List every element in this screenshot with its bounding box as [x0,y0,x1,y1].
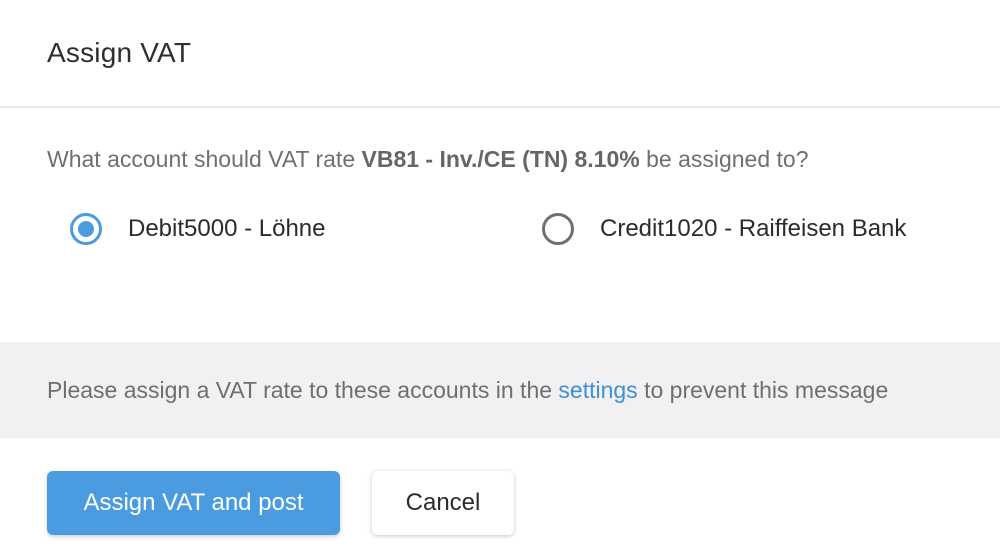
question-prefix: What account should VAT rate [47,146,362,172]
assign-vat-and-post-button[interactable]: Assign VAT and post [47,471,340,535]
question-suffix: be assigned to? [639,146,809,172]
notice-suffix: to prevent this message [637,376,889,403]
option-debit-label: Debit5000 - Löhne [128,215,326,242]
cancel-button[interactable]: Cancel [372,471,514,535]
option-credit-account[interactable]: Credit1020 - Raiffeisen Bank [542,213,906,245]
notice-text: Please assign a VAT rate to these accoun… [47,377,888,404]
dialog-header: Assign VAT [0,0,1000,108]
option-credit-label: Credit1020 - Raiffeisen Bank [600,215,907,242]
radio-debit-account[interactable] [70,213,102,245]
dialog-footer: Assign VAT and post Cancel [0,438,1000,556]
vat-rate: VB81 - Inv./CE (TN) 8.10% [361,146,640,172]
radio-credit-account[interactable] [542,213,574,245]
settings-link[interactable]: settings [558,377,637,403]
dialog-title: Assign VAT [47,37,192,68]
option-debit-account[interactable]: Debit5000 - Löhne [70,213,325,245]
assign-vat-dialog: Assign VAT What account should VAT rate … [0,0,1000,556]
notice-prefix: Please assign a VAT rate to these accoun… [47,376,559,403]
account-options: Debit5000 - Löhne Credit1020 - Raiffeise… [47,213,1000,273]
settings-notice: Please assign a VAT rate to these accoun… [0,342,1000,438]
radio-selected-dot [78,221,94,237]
dialog-body: What account should VAT rate VB81 - Inv.… [0,108,1000,342]
vat-question: What account should VAT rate VB81 - Inv.… [47,146,1000,173]
